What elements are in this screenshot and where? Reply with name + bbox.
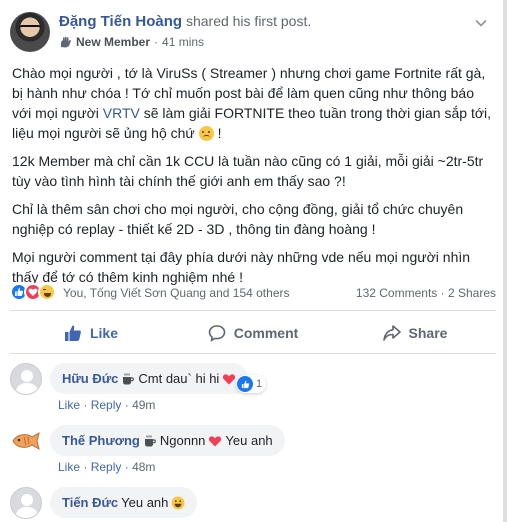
commenter-avatar[interactable] xyxy=(10,487,42,519)
share-label: Share xyxy=(408,325,448,341)
comment-time[interactable]: 48m xyxy=(132,460,155,474)
comment-reply-link[interactable]: Reply xyxy=(91,460,122,474)
waving-hand-icon xyxy=(59,36,72,48)
comment-text: Yeu anh xyxy=(121,495,169,510)
commenter-avatar[interactable] xyxy=(10,363,42,395)
count-separator: · xyxy=(440,286,445,300)
new-member-badge: New Member xyxy=(76,35,151,49)
haha-reaction-icon xyxy=(38,283,56,301)
comment-time[interactable]: 49m xyxy=(132,398,155,412)
post-paragraph: Mọi người comment tại đây phía dưới này … xyxy=(12,249,471,285)
comment-button[interactable]: Comment xyxy=(172,316,334,350)
commenter-name[interactable]: Hữu Đức xyxy=(62,371,118,386)
post-actions: Like Comment Share xyxy=(10,316,496,350)
like-reaction-icon xyxy=(237,376,253,392)
comment-bubble-icon xyxy=(208,325,226,342)
post-header: Đặng Tiến Hoàng shared his first post. N… xyxy=(10,10,500,56)
fish-icon xyxy=(12,431,40,451)
reaction-count: 1 xyxy=(256,378,263,390)
divider xyxy=(10,353,496,354)
card-border xyxy=(503,0,507,522)
shares-count[interactable]: 2 Shares xyxy=(448,286,496,300)
post-meta: New Member · 41 mins xyxy=(59,35,204,49)
like-label: Like xyxy=(89,325,118,341)
comments-count[interactable]: 132 Comments xyxy=(356,286,437,300)
truncated-meta: · ·· · · xyxy=(40,515,70,522)
meta-separator: · xyxy=(154,35,159,49)
comment-like-link[interactable]: Like xyxy=(58,398,80,412)
commenter-name[interactable]: Thế Phương xyxy=(62,433,140,448)
comment-bubble: Thế Phương Ngonnn Yeu anh xyxy=(50,425,285,456)
comment-bubble: Tiến Đức Yeu anh xyxy=(50,487,198,518)
comment-item: Tiến Đức Yeu anh xyxy=(10,487,496,522)
post-paragraph: Chào mọi người , tớ là ViruSs ( Streamer… xyxy=(12,63,496,143)
post-paragraph: Chỉ là thêm sân chơi cho mọi người, cho … xyxy=(12,201,464,237)
like-button[interactable]: Like xyxy=(10,316,172,350)
action-text: shared his first post. xyxy=(185,13,312,29)
coffee-icon xyxy=(143,434,157,448)
meta-separator: · xyxy=(83,398,88,412)
worried-face-icon xyxy=(198,126,214,141)
post-body: Chào mọi người , tớ là ViruSs ( Streamer… xyxy=(12,63,496,295)
chevron-down-icon[interactable] xyxy=(474,16,488,30)
reactions-summary: You, Tống Viết Sơn Quang and 154 others … xyxy=(10,283,496,303)
comment-text-continued: Yeu anh xyxy=(225,433,273,448)
author-name[interactable]: Đặng Tiến Hoàng xyxy=(59,13,182,30)
comment-label: Comment xyxy=(233,325,299,341)
thumbs-up-icon xyxy=(64,325,81,341)
post-paragraph: 12k Member mà chỉ cần 1k CCU là tuần nào… xyxy=(12,153,484,189)
comment-bubble: Hữu Đức Cmt dau` hi hi xyxy=(50,363,249,394)
divider xyxy=(10,310,496,311)
red-heart-icon xyxy=(222,372,236,386)
grinning-face-icon xyxy=(171,496,185,510)
commenter-name[interactable]: Tiến Đức xyxy=(62,495,118,510)
meta-separator: · xyxy=(83,460,88,474)
coffee-icon xyxy=(121,372,135,386)
author-avatar[interactable] xyxy=(10,12,50,52)
meta-separator: · xyxy=(124,398,129,412)
comment-meta: Like · Reply · 49m xyxy=(58,398,155,412)
reaction-icons[interactable] xyxy=(10,283,56,301)
comment-meta: Like · Reply · 48m xyxy=(58,460,155,474)
comment-text: Ngonnn xyxy=(159,433,206,448)
post-time[interactable]: 41 mins xyxy=(162,35,204,49)
commenter-avatar[interactable] xyxy=(10,425,42,457)
vrtv-link[interactable]: VRTV xyxy=(103,105,140,121)
comment-item: Thế Phương Ngonnn Yeu anh Like · Reply ·… xyxy=(10,425,496,475)
red-heart-icon xyxy=(208,434,222,448)
engagement-counts: 132 Comments · 2 Shares xyxy=(356,286,496,300)
comment-item: Hữu Đức Cmt dau` hi hi 1 Like · Reply · … xyxy=(10,363,496,413)
reaction-names[interactable]: You, Tống Viết Sơn Quang and 154 others xyxy=(63,286,290,300)
author-line: Đặng Tiến Hoàng shared his first post. xyxy=(59,13,311,30)
comment-text: Cmt dau` hi hi xyxy=(138,371,220,386)
paragraph-text: ! xyxy=(213,125,222,141)
comment-reaction-badge[interactable]: 1 xyxy=(236,375,267,393)
comment-like-link[interactable]: Like xyxy=(58,460,80,474)
share-button[interactable]: Share xyxy=(334,316,496,350)
meta-separator: · xyxy=(124,460,129,474)
comment-reply-link[interactable]: Reply xyxy=(91,398,122,412)
feed-post: Đặng Tiến Hoàng shared his first post. N… xyxy=(0,0,507,522)
share-arrow-icon xyxy=(382,325,401,341)
